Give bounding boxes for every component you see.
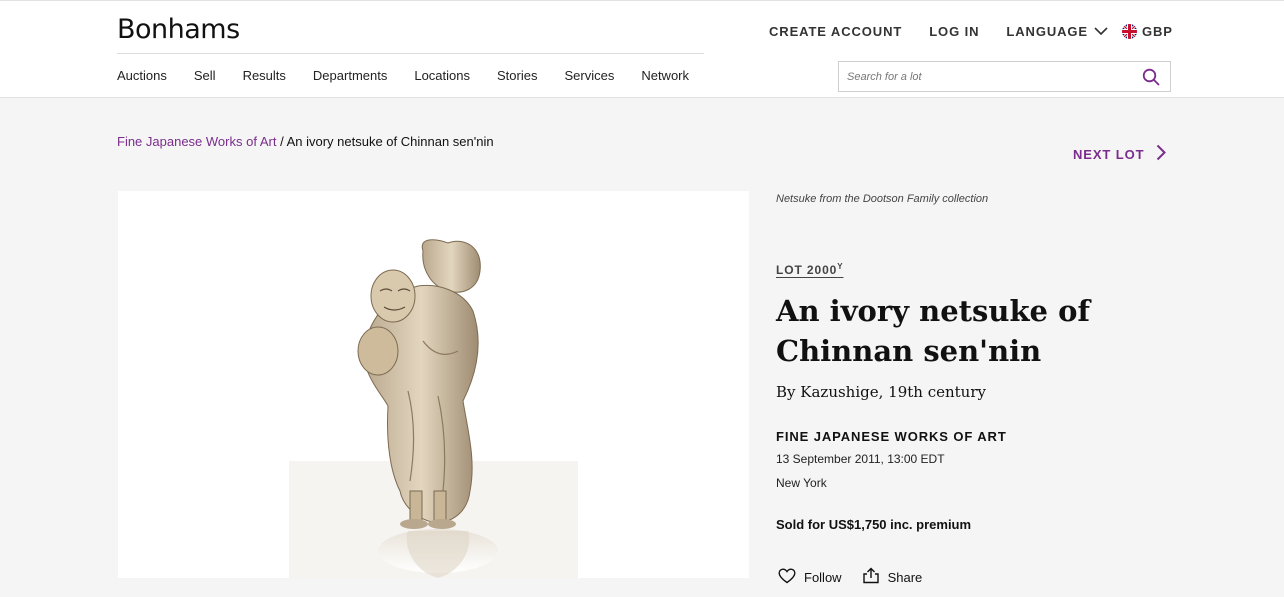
nav-network[interactable]: Network xyxy=(641,68,689,83)
nav-stories[interactable]: Stories xyxy=(497,68,537,83)
nav-sell[interactable]: Sell xyxy=(194,68,216,83)
currency-label: GBP xyxy=(1142,24,1173,39)
sale-date: 13 September 2011, 13:00 EDT xyxy=(776,452,945,466)
next-lot-link[interactable]: NEXT LOT xyxy=(1073,144,1167,164)
sale-location: New York xyxy=(776,476,827,490)
lot-subtitle: By Kazushige, 19th century xyxy=(776,383,986,401)
lot-actions: Follow Share xyxy=(778,567,922,587)
lot-title: An ivory netsuke of Chinnan sen'nin xyxy=(776,294,1090,368)
breadcrumb-department-link[interactable]: Fine Japanese Works of Art xyxy=(117,134,276,149)
breadcrumb-current: An ivory netsuke of Chinnan sen'nin xyxy=(286,134,494,149)
language-label: LANGUAGE xyxy=(1006,24,1088,39)
account-links: CREATE ACCOUNT LOG IN LANGUAGE GBP xyxy=(769,24,1173,39)
sale-name[interactable]: FINE JAPANESE WORKS OF ART xyxy=(776,429,1007,444)
next-lot-label: NEXT LOT xyxy=(1073,146,1145,162)
header-divider xyxy=(117,53,704,54)
lot-image[interactable] xyxy=(118,191,749,578)
search-input[interactable] xyxy=(839,62,1129,91)
share-icon xyxy=(862,567,880,587)
log-in-link[interactable]: LOG IN xyxy=(929,24,979,39)
nav-locations[interactable]: Locations xyxy=(414,68,470,83)
site-header: Bonhams Auctions Sell Results Department… xyxy=(0,0,1284,98)
language-selector[interactable]: LANGUAGE xyxy=(1006,24,1108,39)
create-account-link[interactable]: CREATE ACCOUNT xyxy=(769,24,902,39)
lot-symbol: Y xyxy=(837,262,844,271)
netsuke-photo xyxy=(289,239,578,578)
share-button[interactable]: Share xyxy=(862,567,923,587)
search-icon[interactable] xyxy=(1142,68,1160,91)
lot-search xyxy=(838,61,1171,92)
nav-departments[interactable]: Departments xyxy=(313,68,387,83)
sold-price: Sold for US$1,750 inc. premium xyxy=(776,517,972,532)
chevron-right-icon xyxy=(1156,144,1167,164)
uk-flag-icon xyxy=(1122,24,1137,39)
heart-icon xyxy=(778,567,796,587)
chevron-down-icon xyxy=(1094,24,1108,39)
nav-results[interactable]: Results xyxy=(243,68,286,83)
nav-services[interactable]: Services xyxy=(564,68,614,83)
nav-auctions[interactable]: Auctions xyxy=(117,68,167,83)
bonhams-logo[interactable]: Bonhams xyxy=(117,14,240,45)
follow-label: Follow xyxy=(804,569,842,585)
lot-number-label: LOT 2000 xyxy=(776,263,838,277)
breadcrumb: Fine Japanese Works of Art / An ivory ne… xyxy=(117,134,494,149)
collection-note: Netsuke from the Dootson Family collecti… xyxy=(776,193,989,205)
follow-button[interactable]: Follow xyxy=(778,567,842,587)
breadcrumb-separator: / xyxy=(276,134,287,149)
currency-selector[interactable]: GBP xyxy=(1122,24,1173,39)
main-nav: Auctions Sell Results Departments Locati… xyxy=(117,68,689,83)
share-label: Share xyxy=(887,569,923,585)
lot-number[interactable]: LOT 2000Y xyxy=(776,262,843,277)
